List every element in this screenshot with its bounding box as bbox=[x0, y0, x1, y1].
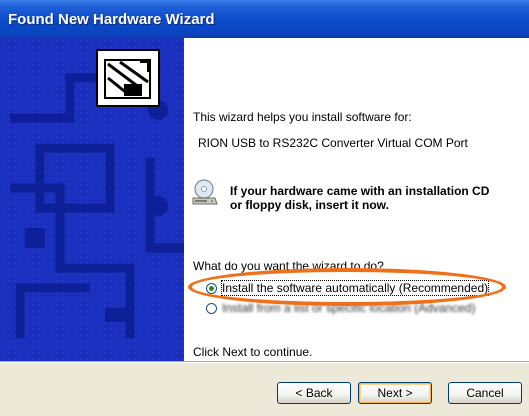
title-bar: Found New Hardware Wizard bbox=[0, 0, 529, 38]
window-title: Found New Hardware Wizard bbox=[8, 10, 215, 28]
option-install-automatically[interactable]: Install the software automatically (Reco… bbox=[206, 280, 490, 296]
device-name: RION USB to RS232C Converter Virtual COM… bbox=[198, 136, 468, 150]
cd-instruction-line2: or floppy disk, insert it now. bbox=[230, 198, 389, 212]
option-install-from-list[interactable]: Install from a list or specific location… bbox=[206, 301, 475, 315]
option-label[interactable]: Install from a list or specific location… bbox=[222, 301, 475, 315]
wizard-question: What do you want the wizard to do? bbox=[193, 259, 384, 273]
next-button-label: Next > bbox=[377, 386, 413, 400]
radio-button[interactable] bbox=[206, 302, 217, 314]
option-label[interactable]: Install the software automatically (Reco… bbox=[220, 280, 490, 296]
intro-text: This wizard helps you install software f… bbox=[193, 110, 412, 124]
cd-drive-icon bbox=[192, 179, 218, 205]
continue-text: Click Next to continue. bbox=[193, 345, 313, 359]
side-graphic bbox=[0, 38, 184, 361]
cancel-button-label: Cancel bbox=[466, 386, 504, 400]
side-graphic-panel bbox=[0, 38, 184, 361]
hardware-card-icon bbox=[96, 49, 160, 107]
radio-button-selected[interactable] bbox=[206, 282, 217, 294]
cancel-button[interactable]: Cancel bbox=[448, 382, 522, 404]
back-button[interactable]: < Back bbox=[277, 382, 351, 404]
cd-instruction-line1: If your hardware came with an installati… bbox=[230, 184, 490, 198]
wizard-content: This wizard helps you install software f… bbox=[184, 38, 529, 361]
cd-instruction: If your hardware came with an installati… bbox=[230, 184, 489, 212]
wizard-window: Found New Hardware Wizard This wizard he… bbox=[0, 0, 529, 416]
footer-divider bbox=[0, 361, 529, 363]
next-button[interactable]: Next > bbox=[358, 382, 432, 404]
back-button-label: < Back bbox=[295, 386, 333, 400]
